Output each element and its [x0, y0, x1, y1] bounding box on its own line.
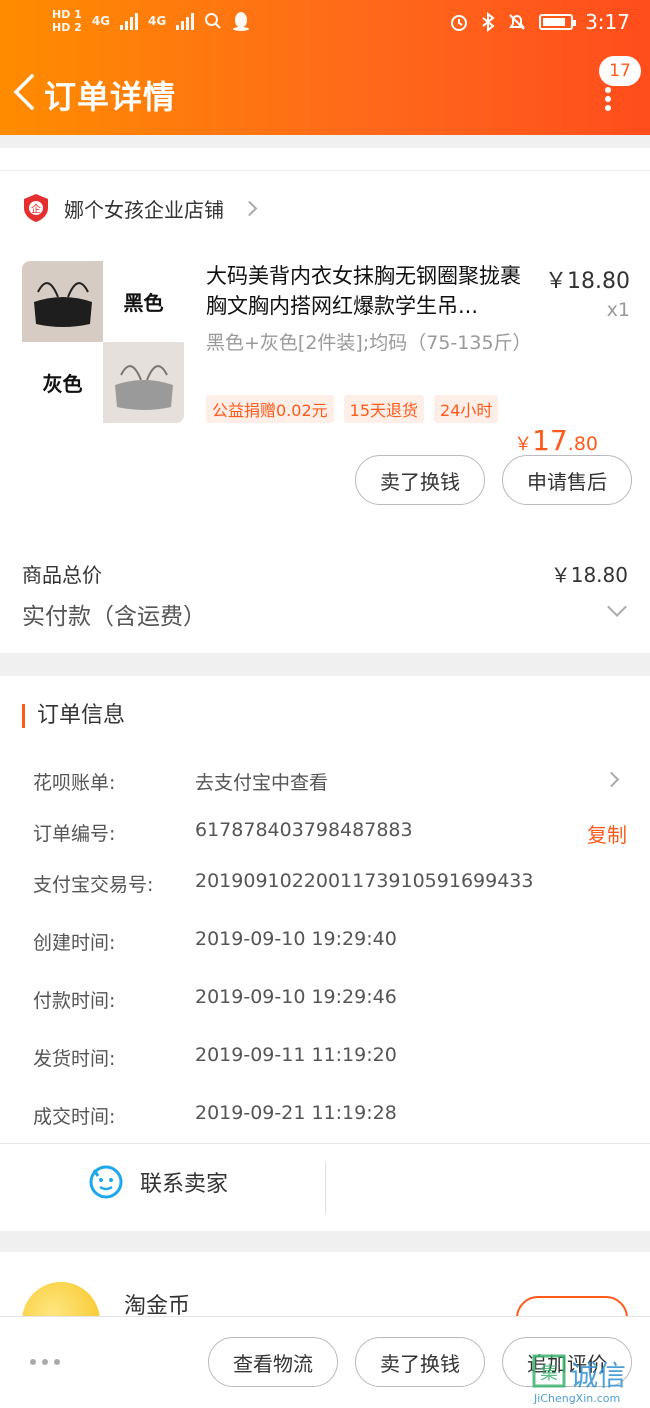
huabei-row[interactable]: 花呗账单: 去支付宝中查看: [33, 768, 633, 796]
deal-time-row: 成交时间: 2019-09-21 11:19:28: [33, 1102, 633, 1130]
sig1-label: 4G: [91, 14, 111, 28]
sig2-label: 4G: [148, 14, 167, 28]
chevron-right-icon: [603, 771, 620, 788]
black-bra-image: [22, 261, 103, 342]
huabei-label: 花呗账单:: [33, 772, 116, 794]
hd-indicator: HD 1 HD 2: [52, 8, 82, 34]
paid-currency: ￥: [514, 434, 533, 455]
paid-amount: ￥17.80: [514, 424, 598, 457]
create-time-row: 创建时间: 2019-09-10 19:29:40: [33, 928, 633, 956]
paid-integer: 17: [532, 424, 568, 457]
create-time-value: 2019-09-10 19:29:40: [195, 928, 397, 950]
after-sale-button[interactable]: 申请售后: [502, 455, 632, 505]
product-thumbnail[interactable]: 黑色 灰色: [22, 261, 184, 423]
search-status-icon: [205, 13, 221, 29]
product-price: ￥18.80: [545, 269, 630, 294]
mute-icon: [509, 14, 525, 30]
contact-bar: 联系卖家: [0, 1143, 650, 1231]
clock: 3:17: [585, 10, 630, 34]
page-title: 订单详情: [44, 78, 177, 116]
hd1-label: HD 1: [52, 8, 82, 21]
enterprise-shop-icon: 企: [24, 194, 48, 222]
status-left: HD 1 HD 2 4G 4G: [52, 8, 250, 34]
product-sku: 黑色+灰色[2件装];均码（75-135斤）: [206, 332, 532, 354]
contact-seller-label: 联系卖家: [140, 1172, 229, 1197]
deal-time-label: 成交时间:: [33, 1106, 116, 1128]
sell-exchange-button[interactable]: 卖了换钱: [355, 455, 485, 505]
order-number-value: 617878403798487883: [195, 819, 413, 841]
hd2-label: HD 2: [52, 21, 82, 34]
sell-exchange-bottom-button[interactable]: 卖了换钱: [355, 1337, 485, 1387]
chat-bubble-icon: [89, 1165, 123, 1199]
ship-time-value: 2019-09-11 11:19:20: [195, 1044, 397, 1066]
service-tags: 公益捐赠0.02元 15天退货 24小时: [206, 395, 499, 423]
signal-icon-2: [176, 12, 195, 30]
svg-text:集: 集: [540, 1363, 558, 1384]
product-title[interactable]: 大码美背内衣女抹胸无钢圈聚拢裹胸文胸内搭网红爆款学生吊...: [206, 261, 536, 321]
huabei-value: 去支付宝中查看: [195, 772, 329, 794]
thumb-label-black: 黑色: [103, 261, 184, 342]
pay-time-label: 付款时间:: [33, 990, 116, 1012]
alipay-trade-label: 支付宝交易号:: [33, 874, 154, 896]
goods-total-label: 商品总价: [22, 563, 102, 587]
shop-link[interactable]: 企 娜个女孩企业店铺: [22, 193, 258, 223]
alarm-icon: [451, 15, 468, 31]
order-card: 企 娜个女孩企业店铺 黑色 灰色 大码美背内衣女抹胸无钢圈聚拢裹胸文胸内搭网红爆…: [0, 171, 650, 653]
thumb-label-grey: 灰色: [22, 342, 103, 423]
svg-text:企: 企: [31, 203, 41, 216]
tag-24h: 24小时: [434, 395, 499, 423]
message-badge[interactable]: 17: [599, 56, 641, 86]
order-info-title: 订单信息: [22, 704, 125, 728]
watermark-cn: 诚信: [570, 1359, 627, 1392]
status-right: 3:17: [449, 10, 630, 34]
back-icon[interactable]: [10, 72, 40, 112]
order-info-card: 订单信息 花呗账单: 去支付宝中查看 订单编号: 617878403798487…: [0, 676, 650, 1143]
goods-total-value: ￥18.80: [550, 563, 628, 587]
signal-icon: [120, 12, 139, 30]
top-spacer: [0, 148, 650, 170]
watermark-en: JiChengXin.com: [534, 1392, 621, 1405]
tag-charity: 公益捐赠0.02元: [206, 395, 334, 423]
alipay-trade-row: 支付宝交易号: 2019091022001173910591699433: [33, 870, 633, 898]
product-quantity: x1: [606, 299, 630, 321]
status-bar: HD 1 HD 2 4G 4G 3:17: [0, 0, 650, 50]
deal-time-value: 2019-09-21 11:19:28: [195, 1102, 397, 1124]
alipay-trade-value: 2019091022001173910591699433: [195, 870, 534, 892]
qq-icon: [233, 12, 250, 31]
pay-time-row: 付款时间: 2019-09-10 19:29:46: [33, 986, 633, 1014]
tag-return: 15天退货: [343, 395, 425, 423]
battery-icon: [539, 14, 577, 30]
more-dots-icon[interactable]: [30, 1359, 60, 1365]
grey-bra-image: [103, 342, 184, 423]
site-watermark: 集 诚信 JiChengXin.com: [528, 1352, 650, 1408]
contact-seller-button[interactable]: 联系卖家: [88, 1164, 228, 1200]
pay-time-value: 2019-09-10 19:29:46: [195, 986, 397, 1008]
ship-time-label: 发货时间:: [33, 1048, 116, 1070]
order-number-row: 订单编号: 617878403798487883 复制: [33, 819, 633, 847]
ship-time-row: 发货时间: 2019-09-11 11:19:20: [33, 1044, 633, 1072]
order-number-label: 订单编号:: [33, 823, 116, 845]
app-header: HD 1 HD 2 4G 4G 3:17 订单详情 17: [0, 0, 650, 135]
paid-decimal: .80: [567, 433, 598, 455]
create-time-label: 创建时间:: [33, 932, 116, 954]
divider: [325, 1162, 326, 1214]
chevron-right-icon: [241, 200, 258, 216]
view-logistics-button[interactable]: 查看物流: [208, 1337, 338, 1387]
copy-button[interactable]: 复制: [587, 819, 627, 848]
shop-name: 娜个女孩企业店铺: [64, 197, 224, 222]
paid-label: 实付款（含运费）: [22, 604, 206, 630]
bluetooth-icon: [482, 12, 495, 32]
more-icon[interactable]: [598, 84, 618, 114]
